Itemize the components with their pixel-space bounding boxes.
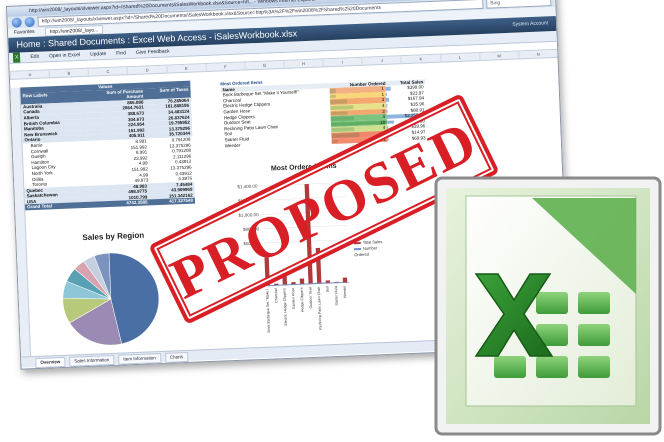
column-header-a[interactable]: A xyxy=(9,70,50,79)
column-header-l[interactable]: L xyxy=(439,53,480,62)
x-tick-label: Weeder xyxy=(343,285,348,298)
column-header-h[interactable]: H xyxy=(283,59,323,68)
pivot-rows: Australia 866.888 76.285064 Canada 2864.7631… xyxy=(20,97,195,205)
column-header-k[interactable]: K xyxy=(400,54,441,64)
forward-icon[interactable] xyxy=(24,16,35,28)
pivot-table[interactable]: Values Row Labels Sum of Purchase Amount… xyxy=(20,80,196,211)
back-icon[interactable] xyxy=(11,17,22,28)
grand-total-purchase: 4742.3585 xyxy=(126,199,148,206)
sales-data-bar xyxy=(385,86,391,91)
column-header-f[interactable]: F xyxy=(205,62,245,72)
excel-logo-icon xyxy=(434,176,662,436)
column-header-m[interactable]: M xyxy=(478,51,519,61)
sheet-tab-1[interactable]: Sales Information xyxy=(69,354,115,367)
x-tick-label: Reclining Patio Lawn Chair xyxy=(317,286,323,330)
bar-total-sales xyxy=(299,278,305,285)
sales-data-bar xyxy=(385,92,387,97)
chart-legend: Total Sales Number Ordered xyxy=(353,239,393,259)
sales-data-bar xyxy=(387,120,394,125)
ordered-data-bar xyxy=(330,99,348,105)
sheet-tab-0[interactable]: Overview xyxy=(35,356,66,369)
column-header-n[interactable]: N xyxy=(518,49,558,59)
toolbar-item-1[interactable]: Open in Excel xyxy=(49,50,81,61)
line-number-ordered xyxy=(267,282,346,287)
x-tick-label: Starter Fluid xyxy=(334,286,339,306)
account-menu[interactable]: System Account xyxy=(512,16,548,32)
sales-data-bar xyxy=(386,98,389,102)
ordered-data-bar xyxy=(330,89,336,93)
ordered-data-bar xyxy=(330,94,336,99)
toolbar-item-3[interactable]: Find xyxy=(116,48,126,58)
legend-sales-label: Total Sales xyxy=(362,239,383,245)
legend-item-ordered: Number Ordered xyxy=(353,245,392,259)
column-header-d[interactable]: D xyxy=(126,65,167,75)
toolbar-item-4[interactable]: Give Feedback xyxy=(136,46,170,57)
excel-small-icon: X xyxy=(12,52,21,63)
column-header-g[interactable]: G xyxy=(244,60,284,70)
x-tick-label: Charcoal xyxy=(274,288,279,303)
column-header-i[interactable]: I xyxy=(322,57,362,67)
toolbar-item-2[interactable]: Update xyxy=(90,49,107,60)
x-tick-label: Electric Hedge Clippers xyxy=(282,288,288,326)
column-header-b[interactable]: B xyxy=(48,68,89,78)
sheet-tab-2[interactable]: Item Information xyxy=(118,353,162,365)
toolbar-item-0[interactable]: Edit xyxy=(30,52,39,62)
ordered-data-bar xyxy=(330,110,348,116)
x-tick-label: Garden Hose xyxy=(291,288,296,310)
x-tick-label: Soil xyxy=(325,286,329,292)
x-tick-label: Brick Barbeque Set "Make i xyxy=(265,288,271,332)
ordered-data-bar xyxy=(332,139,338,144)
scene: http://win2008/_layouts/xlviewer.aspx?id… xyxy=(0,0,664,442)
sales-data-bar xyxy=(386,103,388,108)
sheet-tab-3[interactable]: Charts xyxy=(164,351,189,363)
y-tick-label: $1,400.00 xyxy=(237,184,258,190)
x-tick-label: Outdoor Seat xyxy=(308,287,313,309)
column-header-c[interactable]: C xyxy=(87,67,128,76)
grand-total-taxes: 417.327548 xyxy=(169,198,194,205)
column-header-j[interactable]: J xyxy=(361,56,402,65)
bar-total-sales xyxy=(342,277,348,283)
x-tick-label: Hedge Clippers xyxy=(300,287,305,312)
column-header-e[interactable]: E xyxy=(166,64,206,73)
sales-data-bar xyxy=(386,109,388,113)
